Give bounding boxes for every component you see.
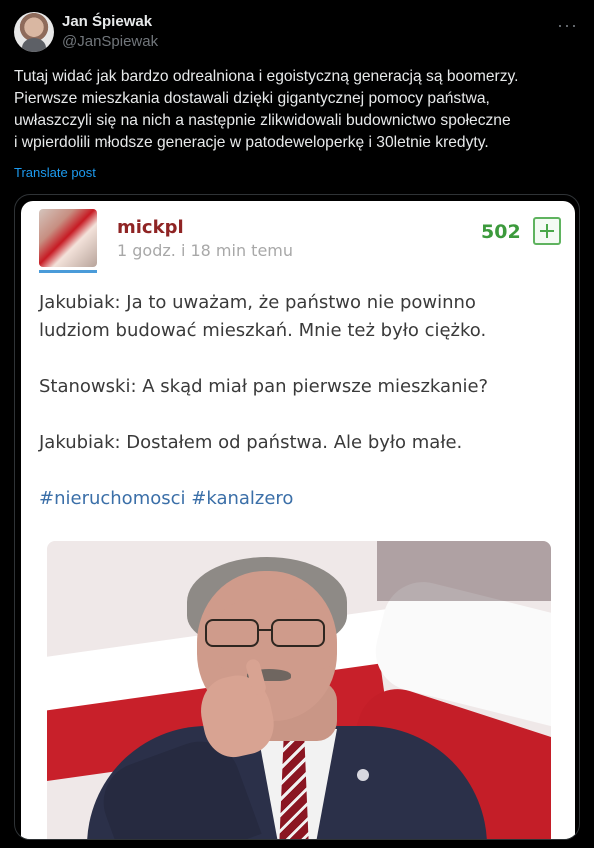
attached-image[interactable]: mickpl 1 godz. i 18 min temu 502 Jakubia… (14, 194, 580, 840)
tweet-text: Tutaj widać jak bardzo odrealniona i ego… (14, 66, 580, 154)
post-line: Stanowski: A skąd miał pan pierwsze mies… (39, 376, 489, 397)
embedded-photo-frame (21, 531, 575, 839)
tweet-text-line: Pierwsze mieszkania dostawali dzięki gig… (14, 90, 490, 107)
author-name[interactable]: Jan Śpiewak (62, 13, 152, 30)
embedded-photo (47, 541, 551, 839)
tweet-text-line: Tutaj widać jak bardzo odrealniona i ego… (14, 68, 519, 85)
post-tags: #nieruchomosci #kanalzero (39, 485, 559, 513)
tag-nieruchomosci: #nieruchomosci (39, 488, 186, 509)
post-line: Jakubiak: Ja to uważam, że państwo nie p… (39, 292, 476, 313)
embedded-post: mickpl 1 godz. i 18 min temu 502 Jakubia… (21, 201, 575, 839)
vote-count: 502 (481, 221, 521, 243)
glasses (205, 619, 329, 649)
post-line: ludziom budować mieszkań. Mnie też było … (39, 320, 487, 341)
translate-post-link[interactable]: Translate post (14, 165, 96, 180)
author-handle[interactable]: @JanSpiewak (62, 33, 158, 50)
embedded-username: mickpl (117, 217, 184, 238)
avatar-underline (39, 270, 97, 273)
tag-kanalzero: #kanalzero (191, 488, 294, 509)
embedded-timestamp: 1 godz. i 18 min temu (117, 241, 294, 260)
embedded-avatar (39, 209, 97, 267)
more-options-icon[interactable]: ··· (557, 15, 578, 36)
tweet-text-line: uwłaszczyli się na nich a następnie zlik… (14, 112, 511, 129)
post-line: Jakubiak: Dostałem od państwa. Ale było … (39, 432, 463, 453)
embedded-post-body: Jakubiak: Ja to uważam, że państwo nie p… (39, 289, 559, 513)
tweet-header: Jan Śpiewak @JanSpiewak ··· (14, 12, 580, 52)
tweet-text-line: i wpierdolili młodsze generacje w patode… (14, 134, 489, 151)
plus-icon (533, 217, 561, 245)
author-avatar[interactable] (14, 12, 54, 52)
